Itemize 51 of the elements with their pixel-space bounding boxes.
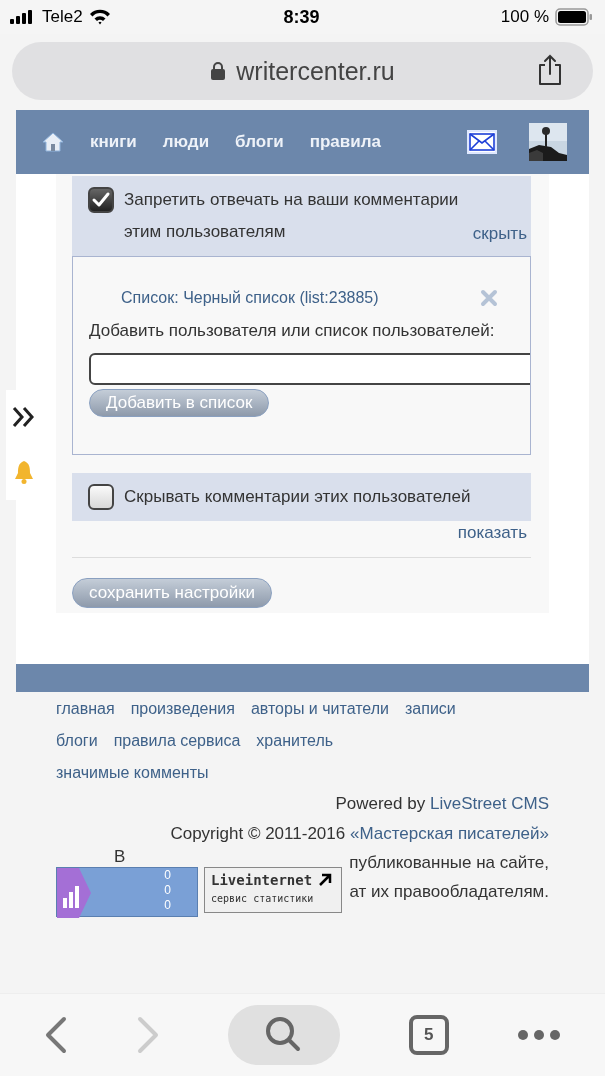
powered-text: Powered by bbox=[335, 794, 426, 813]
cms-link[interactable]: LiveStreet CMS bbox=[429, 794, 549, 813]
counter-value: 0 bbox=[164, 868, 171, 883]
nav-link[interactable]: люди bbox=[162, 132, 210, 152]
footer-link[interactable]: правила сервиса bbox=[113, 732, 241, 750]
badge-subtitle: сервис статистики bbox=[211, 893, 315, 904]
clock: 8:39 bbox=[283, 6, 320, 28]
list-link[interactable]: Список: Черный список (list:23885) bbox=[121, 289, 379, 307]
address-bar[interactable]: writercenter.ru bbox=[12, 42, 593, 100]
share-icon[interactable] bbox=[537, 54, 563, 86]
tabs-button[interactable]: 5 bbox=[408, 1015, 449, 1055]
field-label: Добавить пользователя или список пользователей: bbox=[89, 321, 496, 341]
site-link[interactable]: «Мастерская писателей» bbox=[349, 824, 549, 843]
toggle-link[interactable]: скрыть bbox=[472, 224, 527, 244]
back-icon[interactable] bbox=[44, 1016, 69, 1054]
battery-percent: 100 % bbox=[500, 7, 549, 27]
notice-text: В bbox=[114, 847, 126, 867]
nav-link[interactable]: книги bbox=[90, 132, 137, 152]
home-icon[interactable] bbox=[42, 131, 64, 153]
expand-icon[interactable] bbox=[11, 405, 37, 429]
footer-link[interactable]: хранитель bbox=[256, 732, 334, 750]
checkbox[interactable] bbox=[88, 187, 114, 213]
footer-link[interactable]: главная bbox=[56, 700, 115, 718]
footer-link[interactable]: записи bbox=[405, 700, 456, 718]
mail-icon[interactable] bbox=[467, 130, 497, 154]
option-label: Запретить отвечать на ваши комментарии этим пользователям bbox=[124, 189, 460, 243]
nav-link[interactable]: блоги bbox=[235, 132, 284, 152]
url-text: writercenter.ru bbox=[236, 56, 395, 86]
option-label: Скрывать комментарии этих пользователей bbox=[124, 486, 472, 508]
footer-link[interactable]: значимые комменты bbox=[56, 764, 209, 782]
lock-icon bbox=[210, 61, 227, 81]
more-icon[interactable] bbox=[516, 1029, 561, 1041]
notice-text: публикованные на сайте, bbox=[349, 853, 549, 873]
counter-value: 0 bbox=[164, 883, 171, 898]
stats-badge[interactable]: Liveinternet сервис статистики bbox=[204, 867, 342, 913]
footer-link[interactable]: произведения bbox=[130, 700, 235, 718]
counter-value: 0 bbox=[164, 898, 171, 913]
input-field[interactable] bbox=[89, 353, 530, 385]
toggle-link[interactable]: показать bbox=[457, 523, 527, 542]
badge-title: Liveinternet bbox=[211, 872, 313, 888]
footer-link[interactable]: блоги bbox=[56, 732, 98, 750]
copyright-text: Copyright © 2011-2016 bbox=[170, 824, 346, 843]
bar-chart-icon bbox=[57, 868, 91, 918]
battery-icon bbox=[555, 8, 593, 26]
wifi-icon bbox=[88, 9, 111, 25]
notice-text: ат их правообладателям. bbox=[349, 882, 549, 902]
footer-link[interactable]: авторы и читатели bbox=[250, 700, 389, 718]
arrow-icon bbox=[318, 873, 333, 887]
carrier: Tele2 bbox=[42, 7, 83, 27]
checkbox[interactable] bbox=[88, 484, 114, 510]
nav-link[interactable]: правила bbox=[309, 132, 381, 152]
